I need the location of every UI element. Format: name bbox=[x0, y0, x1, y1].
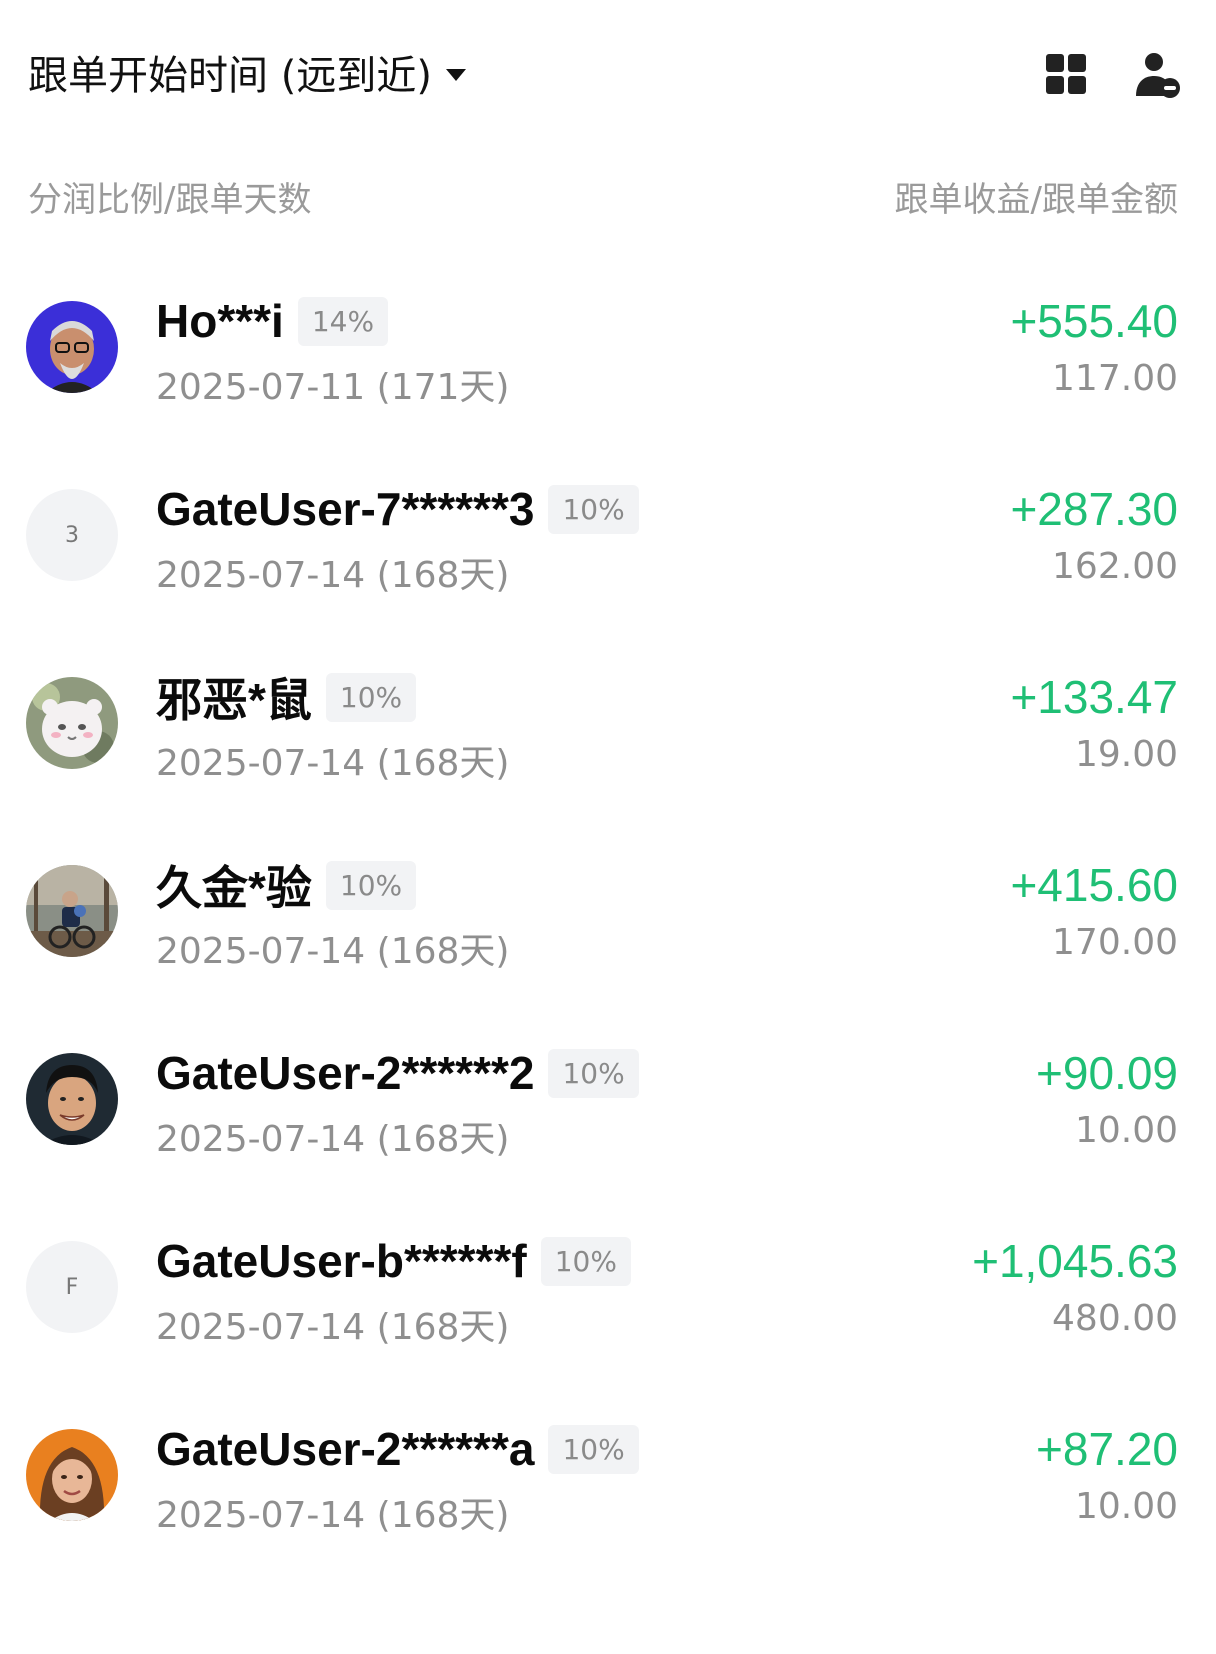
avatar[interactable] bbox=[26, 301, 118, 393]
follow-profit: +415.60 bbox=[1010, 859, 1178, 911]
user-name: GateUser-7******3 bbox=[156, 483, 535, 535]
caret-down-icon bbox=[445, 69, 466, 81]
follow-start-date: 2025-07-14 (168天) bbox=[156, 931, 510, 972]
name-line: GateUser-7******3 10% bbox=[156, 478, 639, 540]
follow-profit: +287.30 bbox=[1010, 483, 1178, 535]
follow-amount: 10.00 bbox=[1074, 1486, 1178, 1527]
follow-start-date: 2025-07-14 (168天) bbox=[156, 1495, 510, 1536]
share-ratio-badge: 10% bbox=[548, 1048, 639, 1098]
follow-profit: +133.47 bbox=[1010, 671, 1178, 723]
name-line: GateUser-2******2 10% bbox=[156, 1042, 639, 1104]
list-item[interactable]: Ho***i 14% 2025-07-11 (171天) +555.40 117… bbox=[0, 248, 1216, 448]
share-ratio-badge: 10% bbox=[325, 672, 417, 722]
follow-amount: 117.00 bbox=[1052, 358, 1178, 399]
list-item[interactable]: GateUser-2******a 10% 2025-07-14 (168天) … bbox=[0, 1376, 1216, 1576]
share-ratio-badge: 10% bbox=[540, 1236, 631, 1286]
list-item[interactable]: 3 GateUser-7******3 10% 2025-07-14 (168天… bbox=[0, 436, 1216, 636]
avatar-letter: 3 bbox=[65, 522, 79, 548]
top-bar: 跟单开始时间 (远到近) bbox=[0, 0, 1216, 150]
follow-amount: 480.00 bbox=[1052, 1298, 1178, 1339]
follow-profit: +90.09 bbox=[1036, 1047, 1178, 1099]
follow-start-date: 2025-07-14 (168天) bbox=[156, 1307, 510, 1348]
avatar[interactable]: F bbox=[26, 1241, 118, 1333]
avatar[interactable] bbox=[26, 865, 118, 957]
share-ratio-badge: 10% bbox=[325, 860, 417, 910]
follow-start-date: 2025-07-14 (168天) bbox=[156, 1119, 510, 1160]
avatar[interactable] bbox=[26, 1053, 118, 1145]
list-item[interactable]: 邪恶*鼠 10% 2025-07-14 (168天) +133.47 19.00 bbox=[0, 624, 1216, 824]
avatar[interactable] bbox=[26, 677, 118, 769]
user-minus-icon[interactable] bbox=[1134, 52, 1180, 98]
share-ratio-badge: 10% bbox=[548, 484, 639, 534]
name-line: GateUser-2******a 10% bbox=[156, 1418, 639, 1480]
follow-profit: +555.40 bbox=[1010, 295, 1178, 347]
list-item[interactable]: 久金*验 10% 2025-07-14 (168天) +415.60 170.0… bbox=[0, 812, 1216, 1012]
sort-label: 跟单开始时间 (远到近) bbox=[28, 53, 432, 99]
user-name: GateUser-b******f bbox=[156, 1235, 527, 1287]
column-header: 分润比例/跟单天数 跟单收益/跟单金额 bbox=[28, 168, 1178, 224]
user-name: GateUser-2******2 bbox=[156, 1047, 535, 1099]
follow-start-date: 2025-07-14 (168天) bbox=[156, 743, 510, 784]
name-line: Ho***i 14% bbox=[156, 290, 389, 352]
avatar-letter: F bbox=[65, 1274, 79, 1300]
user-name: GateUser-2******a bbox=[156, 1423, 535, 1475]
follow-amount: 19.00 bbox=[1074, 734, 1178, 775]
share-ratio-badge: 10% bbox=[548, 1424, 639, 1474]
follow-amount: 170.00 bbox=[1052, 922, 1178, 963]
follow-start-date: 2025-07-11 (171天) bbox=[156, 367, 510, 408]
follow-start-date: 2025-07-14 (168天) bbox=[156, 555, 510, 596]
avatar[interactable] bbox=[26, 1429, 118, 1521]
user-name: 邪恶*鼠 bbox=[156, 674, 312, 726]
name-line: 久金*验 10% bbox=[156, 854, 417, 916]
list-item[interactable]: F GateUser-b******f 10% 2025-07-14 (168天… bbox=[0, 1188, 1216, 1388]
sort-dropdown[interactable]: 跟单开始时间 (远到近) bbox=[28, 44, 466, 100]
name-line: 邪恶*鼠 10% bbox=[156, 666, 417, 728]
share-ratio-badge: 14% bbox=[297, 296, 389, 346]
user-name: 久金*验 bbox=[156, 862, 312, 914]
list-item[interactable]: GateUser-2******2 10% 2025-07-14 (168天) … bbox=[0, 1000, 1216, 1200]
follow-amount: 10.00 bbox=[1074, 1110, 1178, 1151]
avatar[interactable]: 3 bbox=[26, 489, 118, 581]
user-name: Ho***i bbox=[156, 295, 284, 347]
name-line: GateUser-b******f 10% bbox=[156, 1230, 631, 1292]
follow-amount: 162.00 bbox=[1052, 546, 1178, 587]
column-header-left: 分润比例/跟单天数 bbox=[28, 179, 312, 220]
follow-profit: +87.20 bbox=[1036, 1423, 1178, 1475]
grid-icon[interactable] bbox=[1044, 52, 1088, 96]
column-header-right: 跟单收益/跟单金额 bbox=[894, 179, 1178, 220]
follow-profit: +1,045.63 bbox=[972, 1235, 1178, 1287]
